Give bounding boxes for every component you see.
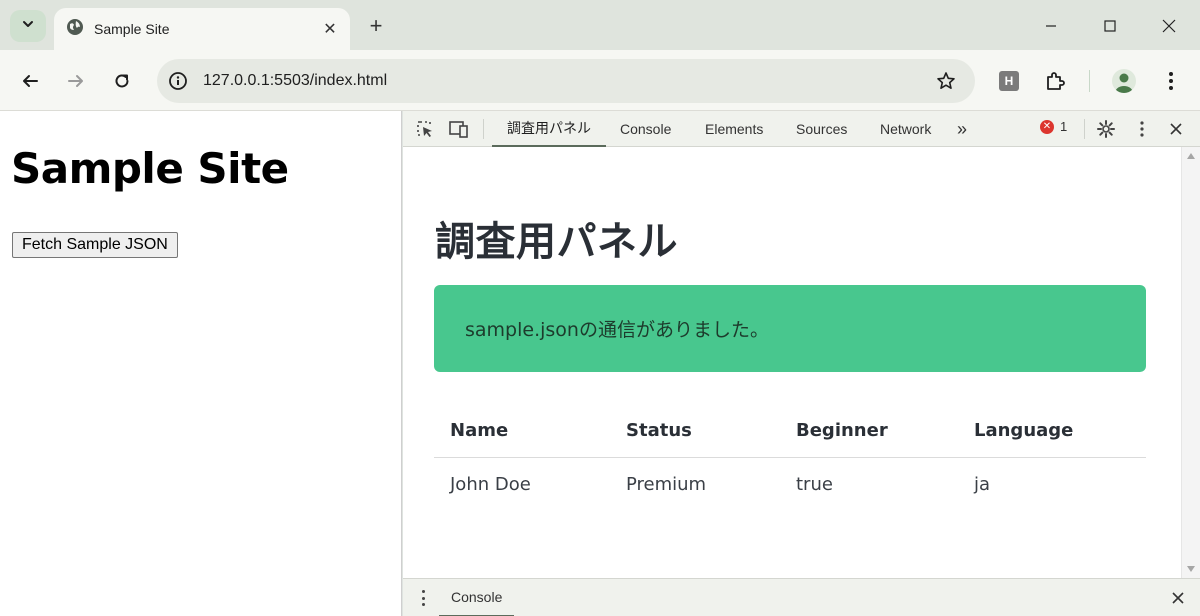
reload-icon[interactable]	[106, 65, 138, 97]
table-cell: Premium	[626, 473, 707, 495]
inspect-element-icon[interactable]	[413, 118, 437, 140]
extensions-puzzle-icon[interactable]	[1039, 65, 1071, 97]
address-bar[interactable]: 127.0.0.1:5503/index.html	[157, 59, 975, 103]
table-cell: ja	[974, 473, 991, 495]
investigation-panel-content: 調査用パネル sample.jsonの通信がありました。 Name Status…	[403, 147, 1181, 578]
tab-strip: Sample Site ✕ +	[0, 0, 1200, 50]
more-tabs-icon[interactable]: »	[957, 111, 967, 147]
panel-title: 調査用パネル	[435, 219, 678, 265]
devtools-drawer: Console	[403, 578, 1200, 616]
close-drawer-icon[interactable]	[1167, 587, 1189, 609]
error-count-badge[interactable]: ✕ 1	[1040, 119, 1067, 134]
column-header: Language	[958, 405, 1146, 458]
notification-banner: sample.jsonの通信がありました。	[434, 285, 1146, 372]
chevron-down-icon	[21, 17, 35, 36]
site-info-icon[interactable]	[167, 70, 189, 92]
tab-sources[interactable]: Sources	[796, 111, 847, 147]
settings-gear-icon[interactable]	[1094, 118, 1118, 140]
column-header: Status	[610, 405, 780, 458]
vertical-scrollbar[interactable]	[1181, 147, 1200, 578]
toolbar-divider	[1084, 119, 1085, 139]
profile-avatar[interactable]	[1108, 65, 1140, 97]
close-devtools-icon[interactable]	[1164, 118, 1188, 140]
scroll-up-arrow-icon[interactable]	[1187, 153, 1195, 159]
bookmark-star-icon[interactable]	[931, 66, 961, 96]
devtools-menu-icon[interactable]	[1130, 118, 1154, 140]
table-row: John Doe Premium true ja	[434, 457, 1146, 511]
maximize-icon[interactable]	[1087, 8, 1133, 44]
tab-network[interactable]: Network	[880, 111, 931, 147]
new-tab-button[interactable]: +	[362, 12, 390, 40]
browser-toolbar: 127.0.0.1:5503/index.html H	[0, 50, 1200, 111]
forward-arrow-icon[interactable]	[60, 65, 92, 97]
devtools-tab-bar: 調査用パネル Console Elements Sources Network …	[403, 111, 1200, 147]
toolbar-separator	[1089, 70, 1090, 92]
column-header: Name	[434, 405, 610, 458]
close-tab-icon[interactable]: ✕	[318, 17, 342, 41]
tab-title: Sample Site	[94, 21, 170, 37]
url-text[interactable]: 127.0.0.1:5503/index.html	[203, 72, 931, 90]
browser-menu-icon[interactable]	[1155, 65, 1187, 97]
drawer-menu-icon[interactable]	[417, 588, 429, 608]
back-arrow-icon[interactable]	[14, 65, 46, 97]
tab-console[interactable]: Console	[620, 111, 671, 147]
notification-text: sample.jsonの通信がありました。	[465, 319, 769, 341]
page-title: Sample Site	[11, 144, 289, 193]
minimize-icon[interactable]	[1028, 8, 1074, 44]
column-header: Beginner	[780, 405, 958, 458]
page-viewport: Sample Site Fetch Sample JSON	[0, 111, 402, 616]
table-cell: John Doe	[450, 473, 531, 495]
browser-tab-active[interactable]: Sample Site ✕	[54, 8, 350, 50]
extension-h-icon: H	[999, 71, 1019, 91]
globe-icon	[66, 18, 84, 41]
tab-elements[interactable]: Elements	[705, 111, 763, 147]
error-icon: ✕	[1040, 119, 1054, 134]
person-icon	[1112, 69, 1136, 93]
scroll-down-arrow-icon[interactable]	[1187, 566, 1195, 572]
table-header-row: Name Status Beginner Language	[434, 405, 1146, 458]
error-count: 1	[1060, 119, 1068, 134]
device-toolbar-icon[interactable]	[447, 118, 471, 140]
tab-search-button[interactable]	[10, 10, 46, 42]
close-window-icon[interactable]	[1146, 8, 1192, 44]
toolbar-divider	[483, 119, 484, 139]
drawer-tab-console[interactable]: Console	[439, 579, 515, 616]
tab-investigation-panel[interactable]: 調査用パネル	[492, 111, 606, 147]
devtools-panel: 調査用パネル Console Elements Sources Network …	[403, 111, 1200, 616]
table-cell: true	[796, 473, 833, 495]
user-info-table: Name Status Beginner Language John Doe P…	[434, 405, 1146, 511]
fetch-sample-json-button[interactable]: Fetch Sample JSON	[12, 232, 178, 258]
extension-h-button[interactable]: H	[993, 65, 1025, 97]
